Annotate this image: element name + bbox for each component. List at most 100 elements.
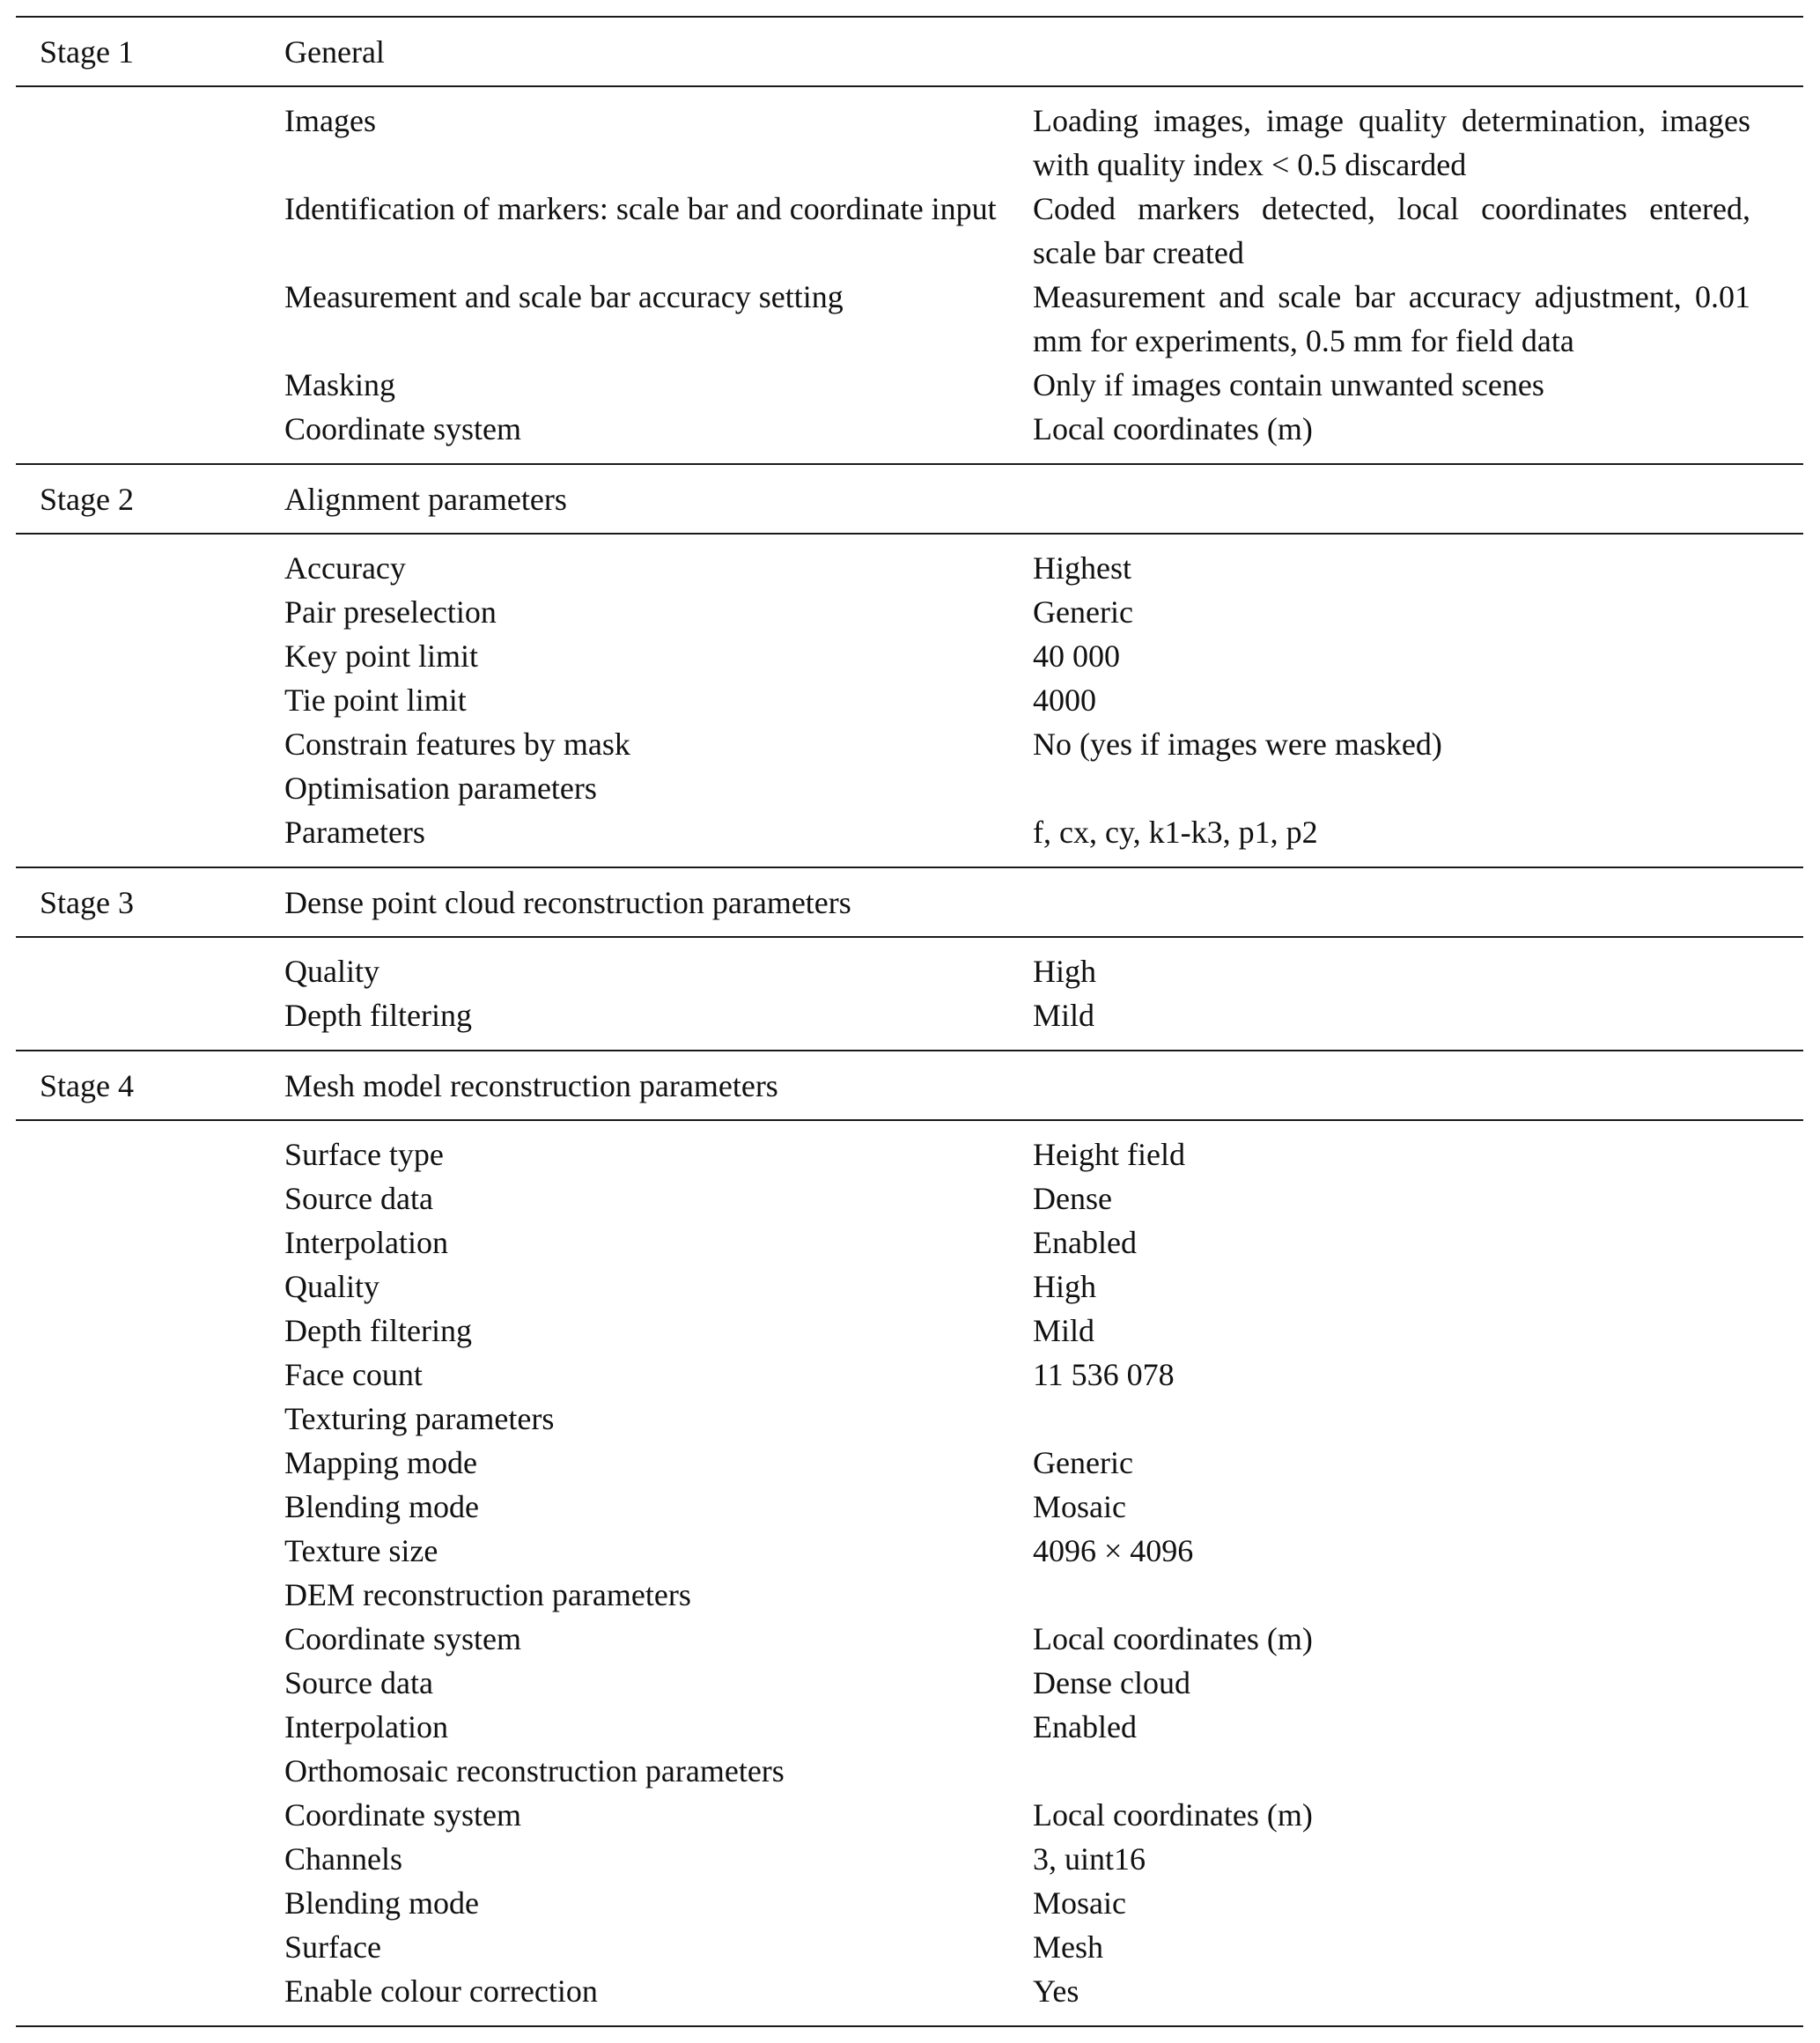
table-row: Source data Dense	[16, 1176, 1803, 1221]
param-value: High	[1033, 1269, 1096, 1304]
table-row: Source data Dense cloud	[16, 1661, 1803, 1705]
param-value: Local coordinates (m)	[1033, 411, 1313, 446]
param-value: Local coordinates (m)	[1033, 1621, 1313, 1656]
table-row: Interpolation Enabled	[16, 1705, 1803, 1749]
param-name: Source data	[284, 1665, 433, 1700]
table-row: Enable colour correction Yes	[16, 1969, 1803, 2013]
stage-label: Stage 4	[40, 1068, 134, 1103]
table-row: Surface type Height field	[16, 1132, 1803, 1176]
param-name: Depth filtering	[284, 998, 472, 1033]
param-name: Surface	[284, 1929, 381, 1965]
stage-title: Dense point cloud reconstruction paramet…	[284, 885, 851, 920]
table-row: Tie point limit 4000	[16, 678, 1803, 722]
table-row: Accuracy Highest	[16, 546, 1803, 590]
param-value: 40 000	[1033, 638, 1120, 674]
param-value	[1033, 1749, 1750, 1793]
param-subheading: Texturing parameters	[284, 1401, 555, 1436]
table-row: Blending mode Mosaic	[16, 1485, 1803, 1529]
param-name: Coordinate system	[284, 1797, 521, 1833]
table-row-subheading: Orthomosaic reconstruction parameters	[16, 1749, 1803, 1793]
table-row: Parameters f, cx, cy, k1-k3, p1, p2	[16, 810, 1803, 854]
stage-header-4: Stage 4 Mesh model reconstruction parame…	[16, 1051, 1803, 1119]
table-row: Depth filtering Mild	[16, 993, 1803, 1037]
param-name: Key point limit	[284, 638, 478, 674]
param-name: Quality	[284, 954, 379, 989]
table-row: Depth filtering Mild	[16, 1309, 1803, 1353]
table-row-subheading: Optimisation parameters	[16, 766, 1803, 810]
table-row: Measurement and scale bar accuracy setti…	[16, 275, 1803, 363]
stage-label: Stage 1	[40, 34, 134, 70]
table-row: Pair preselection Generic	[16, 590, 1803, 634]
param-value: 11 536 078	[1033, 1357, 1175, 1392]
param-value: Coded markers detected, local coordinate…	[1033, 191, 1750, 270]
param-name: Blending mode	[284, 1885, 479, 1921]
param-value: Measurement and scale bar accuracy adjus…	[1033, 279, 1750, 358]
param-name: Interpolation	[284, 1225, 448, 1260]
table-row: Masking Only if images contain unwanted …	[16, 363, 1803, 407]
param-name: Identification of markers: scale bar and…	[284, 191, 997, 226]
param-value: Only if images contain unwanted scenes	[1033, 367, 1544, 402]
param-subheading: Orthomosaic reconstruction parameters	[284, 1753, 785, 1789]
param-name: Parameters	[284, 815, 425, 850]
param-value: Loading images, image quality determinat…	[1033, 103, 1750, 182]
param-name: Coordinate system	[284, 1621, 521, 1656]
param-name: Tie point limit	[284, 682, 467, 718]
table-row: Channels 3, uint16	[16, 1837, 1803, 1881]
table-row: Surface Mesh	[16, 1925, 1803, 1969]
stage-title: General	[284, 34, 385, 70]
param-value: 4096 × 4096	[1033, 1533, 1194, 1568]
table-row: Quality High	[16, 1265, 1803, 1309]
param-name: Texture size	[284, 1533, 438, 1568]
param-name: Source data	[284, 1181, 433, 1216]
param-value	[1033, 1397, 1750, 1441]
stage-title: Alignment parameters	[284, 482, 567, 517]
table-row: Interpolation Enabled	[16, 1221, 1803, 1265]
param-value: High	[1033, 954, 1096, 989]
bottom-rule	[16, 2025, 1803, 2027]
param-value: Enabled	[1033, 1709, 1137, 1744]
stage-body-4: Surface type Height field Source data De…	[16, 1121, 1803, 2025]
stage-header-1: Stage 1 General	[16, 18, 1803, 85]
processing-parameters-table: Stage 1 General Images Loading images, i…	[16, 16, 1803, 2027]
table-row: Images Loading images, image quality det…	[16, 99, 1803, 187]
table-row: Blending mode Mosaic	[16, 1881, 1803, 1925]
param-value: Enabled	[1033, 1225, 1137, 1260]
stage-header-3: Stage 3 Dense point cloud reconstruction…	[16, 868, 1803, 936]
param-value: Mild	[1033, 1313, 1095, 1348]
param-name: Interpolation	[284, 1709, 448, 1744]
stage-body-2: Accuracy Highest Pair preselection Gener…	[16, 535, 1803, 867]
param-name: Depth filtering	[284, 1313, 472, 1348]
param-value: Mosaic	[1033, 1489, 1126, 1524]
table-row: Coordinate system Local coordinates (m)	[16, 407, 1803, 451]
table-row: Coordinate system Local coordinates (m)	[16, 1793, 1803, 1837]
param-value	[1033, 766, 1750, 810]
param-value: Dense	[1033, 1181, 1112, 1216]
param-value: 4000	[1033, 682, 1096, 718]
table-row: Identification of markers: scale bar and…	[16, 187, 1803, 275]
param-value: Height field	[1033, 1137, 1185, 1172]
table-row: Constrain features by mask No (yes if im…	[16, 722, 1803, 766]
param-value: Dense cloud	[1033, 1665, 1190, 1700]
stage-body-1: Images Loading images, image quality det…	[16, 87, 1803, 463]
param-subheading: DEM reconstruction parameters	[284, 1577, 691, 1612]
param-name: Surface type	[284, 1137, 444, 1172]
table-row: Key point limit 40 000	[16, 634, 1803, 678]
stage-body-3: Quality High Depth filtering Mild	[16, 938, 1803, 1050]
param-value: 3, uint16	[1033, 1841, 1146, 1877]
param-value: Mosaic	[1033, 1885, 1126, 1921]
param-name: Accuracy	[284, 550, 406, 586]
param-subheading: Optimisation parameters	[284, 771, 597, 806]
param-name: Quality	[284, 1269, 379, 1304]
param-name: Enable colour correction	[284, 1973, 598, 2009]
param-name: Masking	[284, 367, 395, 402]
param-name: Measurement and scale bar accuracy setti…	[284, 279, 844, 314]
param-name: Channels	[284, 1841, 402, 1877]
stage-header-2: Stage 2 Alignment parameters	[16, 465, 1803, 533]
stage-label: Stage 3	[40, 885, 134, 920]
param-name: Face count	[284, 1357, 423, 1392]
param-value: Yes	[1033, 1973, 1079, 2009]
param-name: Blending mode	[284, 1489, 479, 1524]
table-row: Quality High	[16, 949, 1803, 993]
param-name: Constrain features by mask	[284, 726, 630, 762]
table-row: Face count 11 536 078	[16, 1353, 1803, 1397]
